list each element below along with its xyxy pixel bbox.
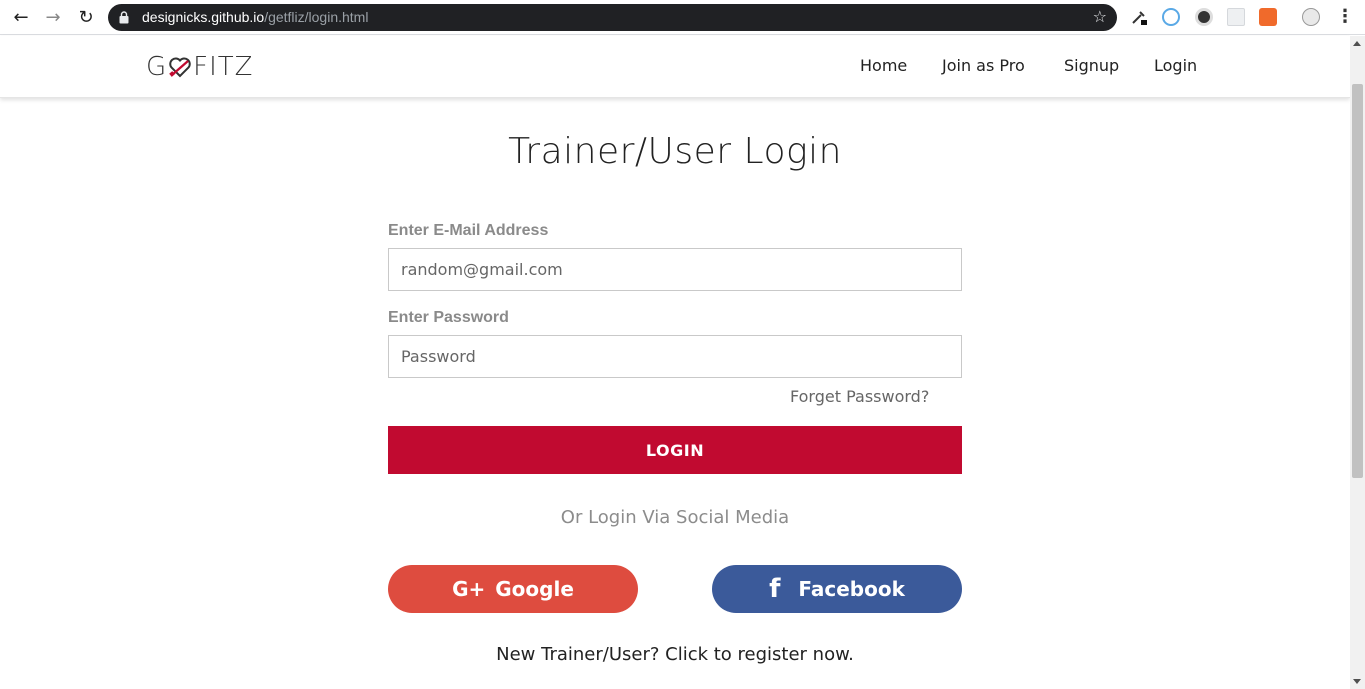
half-moon-icon[interactable] — [1195, 8, 1213, 26]
heart-dumbbell-icon — [169, 57, 191, 78]
google-login-button[interactable]: G+ Google — [388, 565, 638, 613]
forget-password-link[interactable]: Forget Password? — [790, 387, 929, 406]
url-path: /getfliz/login.html — [264, 9, 369, 25]
grid-icon[interactable] — [1227, 8, 1245, 26]
facebook-icon: f — [769, 574, 781, 604]
nav-home[interactable]: Home — [860, 56, 907, 75]
google-plus-icon: G+ — [452, 577, 486, 601]
nav-login[interactable]: Login — [1154, 56, 1197, 75]
address-bar[interactable]: designicks.github.io/getfliz/login.html … — [108, 4, 1117, 31]
login-button[interactable]: LOGIN — [388, 426, 962, 474]
bookmark-star-icon[interactable]: ☆ — [1093, 7, 1107, 26]
email-field[interactable] — [388, 248, 962, 291]
site-header: G FITZ Home Join as Pro Signup Login — [0, 36, 1350, 98]
logo-text-right: FITZ — [193, 52, 254, 82]
facebook-button-label: Facebook — [798, 577, 905, 601]
logo-text-left: G — [146, 52, 168, 82]
register-link[interactable]: New Trainer/User? Click to register now. — [0, 644, 1350, 665]
password-field[interactable] — [388, 335, 962, 378]
nav-join-as-pro[interactable]: Join as Pro — [942, 56, 1025, 75]
forward-arrow-icon[interactable]: → — [41, 5, 65, 29]
logo[interactable]: G FITZ — [146, 52, 254, 82]
password-label: Enter Password — [388, 309, 509, 326]
email-label: Enter E-Mail Address — [388, 222, 549, 239]
eyedropper-icon[interactable] — [1130, 8, 1148, 26]
social-login-caption: Or Login Via Social Media — [560, 507, 790, 528]
kebab-menu-icon[interactable]: ⋮ — [1336, 6, 1354, 28]
lock-icon — [119, 11, 129, 24]
page-title: Trainer/User Login — [508, 131, 842, 172]
scroll-up-arrow-icon[interactable] — [1353, 41, 1361, 46]
google-button-label: Google — [495, 577, 574, 601]
facebook-login-button[interactable]: f Facebook — [712, 565, 962, 613]
nav-signup[interactable]: Signup — [1064, 56, 1119, 75]
url-text: designicks.github.io/getfliz/login.html — [142, 9, 368, 25]
browser-toolbar: ← → ↻ designicks.github.io/getfliz/login… — [0, 0, 1365, 35]
url-host: designicks.github.io — [142, 9, 265, 25]
scroll-down-arrow-icon[interactable] — [1353, 679, 1361, 684]
reload-icon[interactable]: ↻ — [74, 5, 98, 29]
circular-arrow-icon[interactable] — [1162, 8, 1180, 26]
avatar-icon[interactable] — [1302, 8, 1320, 26]
tag-icon[interactable] — [1259, 8, 1277, 26]
scroll-thumb[interactable] — [1352, 84, 1363, 478]
back-arrow-icon[interactable]: ← — [9, 5, 33, 29]
page-scrollbar[interactable] — [1350, 36, 1365, 689]
